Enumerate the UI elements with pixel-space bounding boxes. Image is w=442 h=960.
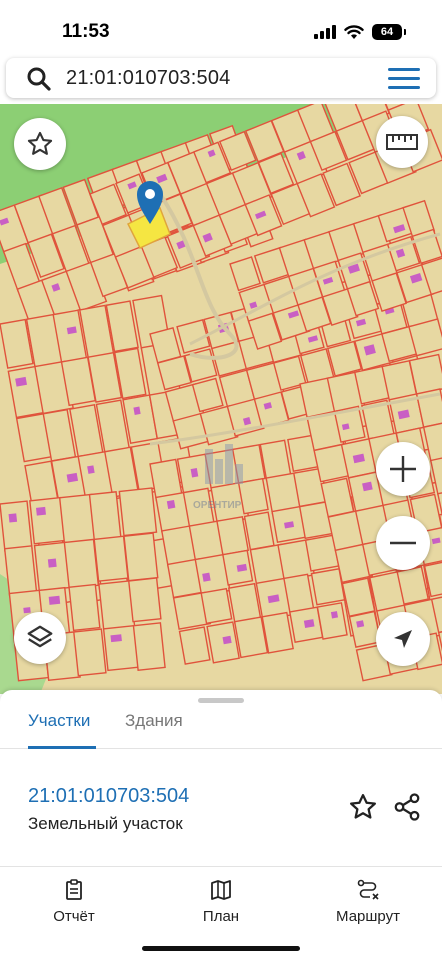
nav-route-label: Маршрут: [336, 908, 400, 925]
building: [166, 500, 176, 509]
parcel[interactable]: [93, 535, 129, 582]
battery-level: 64: [380, 26, 394, 38]
signal-icon: [314, 25, 336, 39]
favorite-map-button[interactable]: [14, 118, 66, 170]
zoom-in-button[interactable]: [376, 442, 430, 496]
sheet-drag-handle[interactable]: [198, 698, 244, 703]
parcel[interactable]: [29, 496, 66, 545]
ruler-icon: [386, 134, 418, 150]
parcel[interactable]: [68, 583, 101, 632]
minus-icon: [390, 541, 416, 545]
map-icon: [211, 880, 231, 900]
search-bar[interactable]: 21:01:010703:504: [6, 58, 436, 98]
layers-icon: [27, 625, 53, 648]
tab-parcels[interactable]: Участки: [28, 711, 90, 731]
nav-plan[interactable]: План: [171, 874, 271, 926]
share-icon[interactable]: [392, 792, 422, 822]
building: [48, 595, 61, 605]
building: [222, 635, 232, 645]
parcel-type: Земельный участок: [28, 814, 183, 833]
home-indicator: [142, 946, 300, 951]
status-bar: 11:53 64: [0, 0, 442, 56]
parcel[interactable]: [229, 256, 261, 292]
parcel[interactable]: [243, 511, 275, 551]
ruler-button[interactable]: [376, 116, 428, 168]
map-canvas[interactable]: ОРЕНТИР: [0, 104, 442, 694]
building: [35, 506, 46, 516]
tab-buildings[interactable]: Здания: [125, 711, 183, 731]
building: [202, 572, 211, 582]
search-input[interactable]: 21:01:010703:504: [66, 67, 230, 90]
search-icon[interactable]: [26, 66, 52, 92]
divider: [0, 866, 442, 867]
parcel[interactable]: [118, 487, 158, 537]
parcel[interactable]: [206, 621, 240, 664]
parcel[interactable]: [127, 577, 162, 623]
parcel[interactable]: [316, 602, 348, 640]
parcel[interactable]: [261, 611, 294, 654]
route-icon: [357, 879, 379, 900]
parcel-grid[interactable]: [0, 104, 442, 683]
building: [23, 607, 31, 614]
building: [87, 465, 95, 474]
battery-icon: 64: [372, 24, 406, 40]
plus-icon: [390, 456, 416, 482]
nav-route[interactable]: Маршрут: [318, 874, 418, 926]
parcel[interactable]: [237, 477, 269, 515]
parcel[interactable]: [73, 628, 107, 677]
tab-indicator: [28, 746, 96, 749]
star-outline-icon: [27, 131, 53, 155]
parcel[interactable]: [3, 545, 38, 598]
parcel-number-link[interactable]: 21:01:010703:504: [28, 785, 189, 808]
parcel[interactable]: [88, 491, 122, 544]
building: [133, 406, 141, 415]
my-location-button[interactable]: [376, 612, 430, 666]
zoom-out-button[interactable]: [376, 516, 430, 570]
building: [330, 611, 339, 619]
nav-plan-label: План: [202, 908, 240, 925]
menu-icon[interactable]: [388, 68, 420, 90]
parcel[interactable]: [0, 500, 33, 552]
wifi-icon: [344, 24, 364, 39]
cadastral-map[interactable]: ОРЕНТИР: [0, 104, 442, 694]
parcel[interactable]: [63, 538, 100, 590]
building: [47, 558, 57, 568]
nav-report-label: Отчёт: [53, 908, 95, 925]
parcel[interactable]: [132, 622, 166, 672]
building: [110, 634, 122, 643]
report-icon: [66, 879, 82, 900]
watermark-text: ОРЕНТИР: [193, 500, 242, 511]
tabs: Участки Здания: [0, 706, 442, 749]
bottom-sheet: Участки Здания 21:01:010703:504 Земельны…: [0, 690, 442, 960]
parcel[interactable]: [123, 532, 159, 582]
parcel[interactable]: [216, 515, 250, 556]
parcel[interactable]: [200, 587, 233, 625]
building: [8, 513, 18, 523]
parcel[interactable]: [233, 616, 269, 659]
navigation-arrow-icon: [394, 630, 412, 648]
star-icon[interactable]: [348, 792, 378, 822]
status-icons: 64: [314, 22, 406, 42]
nav-report[interactable]: Отчёт: [24, 874, 124, 926]
layers-button[interactable]: [14, 612, 66, 664]
status-time: 11:53: [62, 21, 110, 42]
parcel[interactable]: [178, 626, 211, 665]
